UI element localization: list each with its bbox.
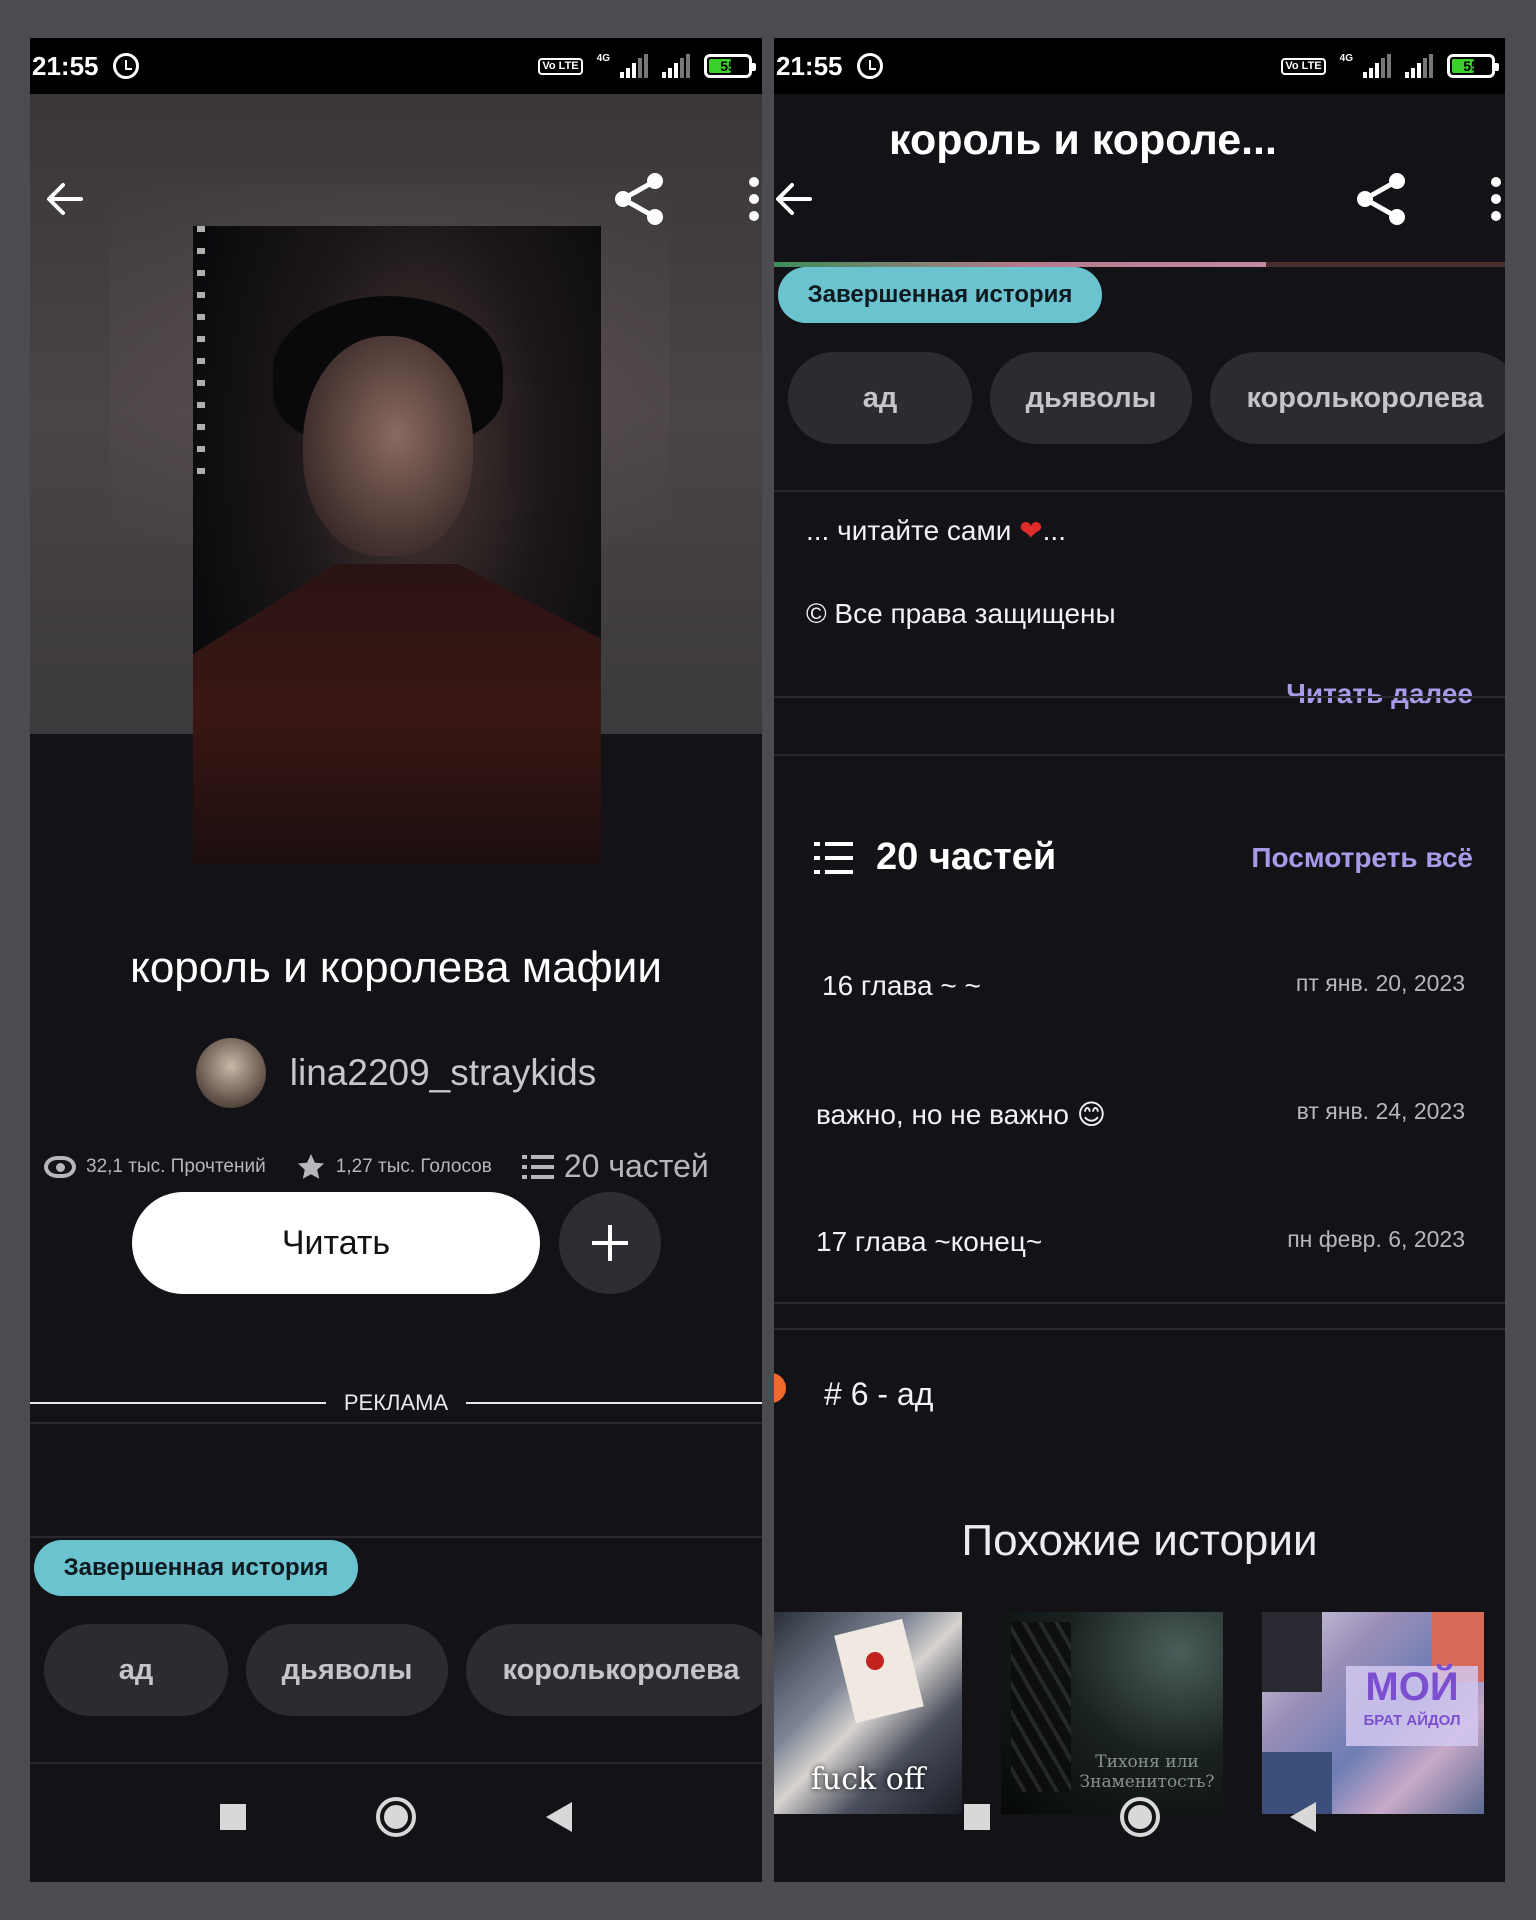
divider [774,1328,1505,1330]
battery-icon: 55 [1447,54,1499,78]
eye-icon [44,1155,76,1178]
signal-icon [620,54,648,78]
back-arrow-icon[interactable] [30,164,100,234]
chapter-title: 16 глава ~ ~ [822,970,981,1001]
status-bar: 21:55 Vo LTE 4G 55 [774,38,1505,94]
parts-stat: 20 частей [521,1148,709,1185]
status-time: 21:55 [32,50,99,81]
tag-chip[interactable]: дьяволы [990,352,1192,444]
add-to-library-button[interactable] [559,1192,661,1294]
more-menu-icon[interactable] [746,174,762,224]
alarm-icon [112,53,139,79]
tag-list: ад дьяволы королькоролева [44,1624,762,1716]
system-nav-bar [774,1752,1505,1882]
tag-chip[interactable]: королькоролева [1210,352,1505,444]
completed-badge: Завершенная история [34,1540,358,1596]
left-screen: 21:55 Vo LTE 4G 55 король и королева маф… [30,38,762,1882]
plus-icon [592,1225,628,1261]
chapter-date: пт янв. 20, 2023 [1295,970,1465,996]
status-time: 21:55 [776,50,843,81]
tag-chip[interactable]: ад [44,1624,228,1716]
author-name[interactable]: lina2209_straykids [290,1052,596,1094]
book-title: король и королева мафии [130,943,662,992]
ad-divider: РЕКЛАМА [30,1390,762,1416]
back-icon[interactable] [1289,1802,1316,1832]
battery-icon: 55 [704,54,756,78]
network-type: 4G [596,52,610,64]
parts-header: 20 частей Посмотреть всё [814,836,1473,879]
read-button[interactable]: Читать [132,1192,540,1294]
divider [774,696,1505,698]
network-type: 4G [1339,52,1353,64]
chapter-item[interactable]: 16 глава ~ ~ пт янв. 20, 2023 [822,970,1465,1002]
chapter-title: 17 глава ~конец~ [816,1226,1043,1257]
votes-stat: 1,27 тыс. Голосов [296,1152,492,1182]
more-menu-icon[interactable] [1488,174,1504,224]
tag-chip[interactable]: королькоролева [466,1624,762,1716]
completed-badge: Завершенная история [778,267,1102,323]
heart-icon: ❤ [1019,515,1043,546]
volte-icon: Vo LTE [1281,57,1326,75]
avatar[interactable] [195,1038,266,1108]
status-bar: 21:55 Vo LTE 4G 55 [30,38,762,94]
ad-label: РЕКЛАМА [343,1390,449,1415]
divider [30,1422,762,1424]
cover-overlay-subtext: БРАТ АЙДОЛ [1363,1712,1461,1729]
rank-label[interactable]: # 6 - ад [824,1376,933,1413]
share-icon[interactable] [604,164,674,234]
list-icon [521,1154,554,1179]
signal-icon-2 [662,54,690,78]
read-more-link[interactable]: Читать далее [1286,678,1473,710]
header-title: король и короле... [889,116,1277,164]
tag-chip[interactable]: дьяволы [246,1624,448,1716]
tag-list: ад дьяволы королькоролева [788,352,1505,444]
parts-count: 20 частей [876,836,1057,878]
alarm-icon [856,53,883,79]
back-arrow-icon[interactable] [774,164,814,234]
cover-overlay-text: МОЙ [1365,1665,1459,1709]
star-icon [297,1153,324,1179]
book-cover[interactable] [193,226,601,864]
list-icon [814,841,853,874]
recents-icon[interactable] [220,1804,246,1830]
right-screen: 21:55 Vo LTE 4G 55 король и короле... За… [774,38,1505,1882]
divider [774,754,1505,756]
divider [774,1302,1505,1304]
back-icon[interactable] [546,1802,572,1832]
volte-icon: Vo LTE [538,57,583,75]
signal-icon [1363,54,1391,78]
rank-icon [774,1373,786,1403]
similar-stories-title: Похожие истории [961,1516,1318,1565]
chapter-item[interactable]: 17 глава ~конец~ пн февр. 6, 2023 [816,1226,1465,1258]
divider [30,1536,762,1538]
system-nav-bar [30,1752,762,1882]
copyright-line: © Все права защищены [806,598,1116,629]
share-icon[interactable] [1346,164,1416,234]
author-row[interactable]: lina2209_straykids [30,1038,762,1108]
reads-stat: 32,1 тыс. Прочтений [44,1155,266,1178]
signal-icon-2 [1405,54,1433,78]
home-icon[interactable] [1119,1797,1160,1837]
chapter-item[interactable]: важно, но не важно 😊 вт янв. 24, 2023 [816,1098,1465,1131]
description-line: ... читайте сами ❤... [806,515,1066,546]
chapter-date: пн февр. 6, 2023 [1287,1226,1465,1252]
view-all-link[interactable]: Посмотреть всё [1251,842,1473,874]
divider [774,490,1505,492]
recents-icon[interactable] [963,1804,990,1830]
chapter-title: важно, но не важно 😊 [816,1099,1106,1130]
tag-chip[interactable]: ад [788,352,972,444]
stats-row: 32,1 тыс. Прочтений 1,27 тыс. Голосов 20… [44,1148,754,1185]
home-icon[interactable] [376,1797,416,1837]
chapter-date: вт янв. 24, 2023 [1296,1098,1465,1124]
